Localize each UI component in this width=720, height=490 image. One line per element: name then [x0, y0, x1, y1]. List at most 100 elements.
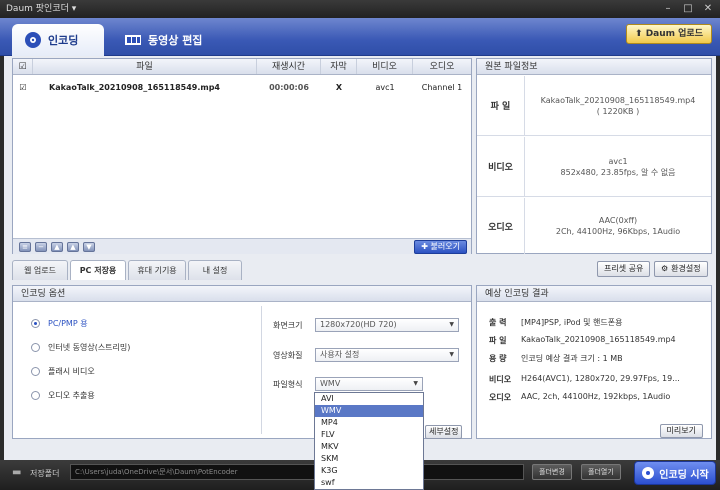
result-size-label: 용 량	[489, 354, 507, 363]
row-duration: 00:00:06	[269, 83, 309, 92]
format-option[interactable]: K3G	[315, 465, 423, 477]
top-tab-bar: 인코딩 동영상 편집 ⬆ Daum 업로드	[0, 18, 720, 56]
save-folder-label: 저장폴더	[30, 469, 60, 478]
radio-audio-extract[interactable]: 오디오 추출용	[31, 390, 95, 401]
result-output-value: [MP4]PSP, iPod 및 핸드폰용	[521, 318, 623, 327]
source-audio-detail: 2Ch, 44100Hz, 96Kbps, 1Audio	[555, 227, 681, 236]
column-file[interactable]: 파일	[33, 59, 257, 74]
tab-video-edit[interactable]: 동영상 편집	[112, 24, 220, 56]
move-up-icon[interactable]: ▲	[51, 242, 63, 252]
result-file-row: 파 일 KakaoTalk_20210908_165118549.mp4	[489, 335, 676, 346]
file-format-select[interactable]: WMV	[315, 377, 423, 391]
source-file-label: 파 일	[477, 76, 525, 135]
tab-encoding-label: 인코딩	[48, 34, 79, 47]
tab-pc-save[interactable]: PC 저장용	[70, 260, 126, 280]
expected-result-title: 예상 인코딩 결과	[477, 286, 711, 302]
change-folder-button[interactable]: 폴더변경	[532, 464, 572, 480]
share-preset-label: 프리셋 공유	[604, 264, 644, 273]
row-checkbox[interactable]: ☑	[13, 79, 33, 97]
radio-selected-icon	[31, 319, 40, 328]
format-option[interactable]: AVI	[315, 393, 423, 405]
source-audio-label: 오디오	[477, 198, 525, 254]
row-subtitle: X	[335, 83, 343, 92]
radio-pc-pmp[interactable]: PC/PMP 용	[31, 318, 88, 329]
format-dropdown-list: AVI WMV MP4 FLV MKV SKM K3G swf	[314, 392, 424, 490]
save-path-input[interactable]: C:\Users\juda\OneDrive\문서\Daum\PotEncode…	[70, 464, 524, 480]
source-audio-row: 오디오 AAC(0xff) 2Ch, 44100Hz, 96Kbps, 1Audi…	[477, 198, 711, 254]
radio-pc-pmp-label: PC/PMP 용	[48, 319, 88, 328]
tab-web-upload[interactable]: 웹 업로드용	[12, 260, 68, 294]
source-video-label: 비디오	[477, 137, 525, 196]
expected-result-panel: 예상 인코딩 결과 출 력 [MP4]PSP, iPod 및 핸드폰용 파 일 Ka…	[476, 285, 712, 439]
source-audio-codec: AAC(0xff)	[598, 216, 638, 225]
load-button[interactable]: ✚ 불러오기	[414, 240, 467, 254]
result-video-row: 비디오 H264(AVC1), 1280x720, 29.97Fps, 19...	[489, 374, 680, 385]
tab-video-edit-label: 동영상 편집	[148, 34, 203, 47]
tab-my-settings[interactable]: 내 설정	[188, 260, 242, 280]
result-size-value: 인코딩 예상 결과 크기 : 1 MB	[521, 354, 623, 363]
format-option[interactable]: MP4	[315, 417, 423, 429]
table-row[interactable]: ☑ KakaoTalk_20210908_165118549.mp4 00:00…	[13, 79, 471, 97]
open-folder-button[interactable]: 폴더열기	[581, 464, 621, 480]
radio-icon	[31, 391, 40, 400]
format-option[interactable]: MKV	[315, 441, 423, 453]
radio-audio-extract-label: 오디오 추출용	[48, 391, 95, 400]
share-preset-button[interactable]: 프리셋 공유	[597, 261, 651, 277]
radio-streaming[interactable]: 인터넷 동영상(스트리밍)	[31, 342, 130, 353]
quality-select[interactable]: 사용자 설정	[315, 348, 459, 362]
column-duration[interactable]: 재생시간	[257, 59, 321, 74]
folder-icon: ▬	[12, 467, 22, 478]
preview-button[interactable]: 미리보기	[659, 424, 703, 438]
title-bar: Daum 팟인코더 ▾	[0, 0, 720, 18]
source-video-codec: avc1	[608, 156, 628, 166]
daum-upload-label: Daum 업로드	[645, 29, 703, 39]
column-video[interactable]: 비디오	[357, 59, 413, 74]
result-file-label: 파 일	[489, 336, 507, 345]
result-audio-row: 오디오 AAC, 2ch, 44100Hz, 192kbps, 1Audio	[489, 392, 670, 403]
result-video-value: H264(AVC1), 1280x720, 29.97Fps, 19...	[521, 374, 680, 383]
radio-icon	[31, 343, 40, 352]
minimize-icon[interactable]: –	[660, 2, 676, 15]
select-all-checkbox[interactable]: ☑	[13, 59, 33, 74]
row-video: avc1	[375, 83, 395, 92]
tab-encoding[interactable]: 인코딩	[12, 24, 104, 56]
screen-size-select[interactable]: 1280x720(HD 720)	[315, 318, 459, 332]
column-subtitle[interactable]: 자막	[321, 59, 357, 74]
radio-flash-label: 플래시 비디오	[48, 367, 95, 376]
window-controls: – □ ✕	[660, 2, 716, 15]
list-menu-icon[interactable]: ≡	[19, 242, 31, 252]
move-top-icon[interactable]: ▲	[67, 242, 79, 252]
disc-icon	[642, 467, 655, 479]
result-audio-value: AAC, 2ch, 44100Hz, 192kbps, 1Audio	[521, 392, 671, 401]
remove-icon[interactable]: −	[35, 242, 47, 252]
disc-icon	[25, 32, 41, 48]
daum-upload-button[interactable]: ⬆ Daum 업로드	[626, 24, 712, 44]
radio-flash[interactable]: 플래시 비디오	[31, 366, 95, 377]
maximize-icon[interactable]: □	[680, 2, 696, 15]
column-audio[interactable]: 오디오	[413, 59, 471, 74]
encoding-options-title: 인코딩 옵션	[13, 286, 471, 302]
format-option[interactable]: SKM	[315, 453, 423, 465]
add-icon: ✚	[421, 242, 431, 251]
move-down-icon[interactable]: ▼	[83, 242, 95, 252]
row-audio: Channel 1	[421, 83, 463, 92]
quality-label: 영상화질	[273, 351, 303, 360]
format-option[interactable]: FLV	[315, 429, 423, 441]
file-list-panel: ☑ 파일 재생시간 자막 비디오 오디오 ☑ KakaoTalk_2021090…	[12, 58, 472, 254]
format-option-selected[interactable]: WMV	[315, 405, 423, 417]
format-option[interactable]: swf	[315, 477, 423, 489]
source-file-size: ( 1220KB )	[596, 106, 640, 116]
env-settings-button[interactable]: ⚙ 환경설정	[654, 261, 708, 277]
close-icon[interactable]: ✕	[700, 2, 716, 15]
source-info-title: 원본 파일정보	[477, 59, 711, 75]
options-divider	[261, 306, 262, 434]
result-file-value: KakaoTalk_20210908_165118549.mp4	[521, 335, 676, 344]
detail-settings-button[interactable]: 세부설정	[425, 425, 463, 439]
result-output-label: 출 력	[489, 318, 507, 327]
tab-mobile[interactable]: 휴대 기기용	[128, 260, 186, 280]
radio-icon	[31, 367, 40, 376]
start-encoding-button[interactable]: 인코딩 시작	[634, 461, 716, 485]
source-file-row: 파 일 KakaoTalk_20210908_165118549.mp4( 12…	[477, 76, 711, 136]
result-video-label: 비디오	[489, 375, 512, 384]
upload-icon: ⬆	[635, 29, 646, 39]
